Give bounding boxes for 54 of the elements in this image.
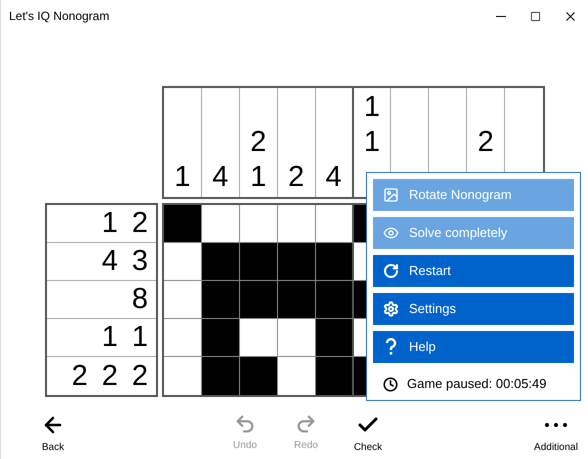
- grid-cell[interactable]: [278, 319, 316, 356]
- window-title: Let's IQ Nonogram: [9, 8, 110, 25]
- clock-icon: [383, 376, 398, 392]
- more-icon: [545, 423, 567, 427]
- column-clue: 4: [326, 160, 342, 195]
- grid-cell[interactable]: [240, 243, 278, 280]
- row-clue: 2: [132, 362, 148, 390]
- undo-icon: [234, 413, 256, 435]
- column-clue: 1: [174, 160, 191, 195]
- grid-cell[interactable]: [202, 243, 240, 280]
- row-clue: 2: [72, 362, 88, 390]
- column-clue: 4: [212, 160, 228, 195]
- maximize-icon: [530, 10, 541, 22]
- redo-icon: [295, 413, 317, 435]
- status-text: Game paused: 00:05:49: [407, 375, 546, 394]
- grid-cell[interactable]: [316, 205, 354, 242]
- settings-icon: [383, 301, 399, 317]
- menu-item[interactable]: Restart: [373, 255, 574, 287]
- image-icon: [383, 187, 399, 203]
- row-clue: 4: [102, 247, 118, 276]
- row-clue: 8: [132, 285, 148, 314]
- grid-cell[interactable]: [240, 357, 278, 395]
- column-clue: 1: [364, 90, 380, 125]
- row-clue: 1: [102, 209, 118, 238]
- grid-cell[interactable]: [164, 205, 202, 242]
- grid-cell[interactable]: [278, 243, 316, 280]
- toolbar-button[interactable]: Back: [16, 413, 90, 453]
- row-clue: 1: [132, 323, 148, 352]
- row-clue: 2: [102, 362, 118, 390]
- menu-item[interactable]: Settings: [373, 293, 574, 325]
- grid-cell[interactable]: [316, 243, 354, 280]
- restart-icon: [383, 263, 399, 279]
- grid-cell[interactable]: [316, 281, 354, 318]
- column-clue: 2: [288, 160, 304, 195]
- help-icon: [385, 338, 397, 356]
- row-clue: 3: [132, 247, 148, 276]
- menu-item[interactable]: Help: [373, 331, 574, 363]
- grid-cell[interactable]: [316, 357, 354, 395]
- grid-cell[interactable]: [278, 357, 316, 395]
- column-clue: 2: [478, 125, 494, 160]
- grid-cell[interactable]: [278, 281, 316, 318]
- column-clue: 2: [250, 125, 266, 160]
- column-clue: 1: [364, 125, 380, 160]
- column-clue: 1: [250, 160, 266, 195]
- grid-cell[interactable]: [202, 357, 240, 395]
- grid-cell[interactable]: [240, 281, 278, 318]
- grid-cell[interactable]: [316, 319, 354, 356]
- toolbar-button[interactable]: Additional: [519, 413, 588, 453]
- grid-cell[interactable]: [278, 205, 316, 242]
- grid-cell[interactable]: [202, 281, 240, 318]
- row-clue: 1: [102, 323, 118, 352]
- grid-cell[interactable]: [202, 319, 240, 356]
- row-clue: 2: [132, 209, 148, 238]
- eye-icon: [383, 225, 399, 241]
